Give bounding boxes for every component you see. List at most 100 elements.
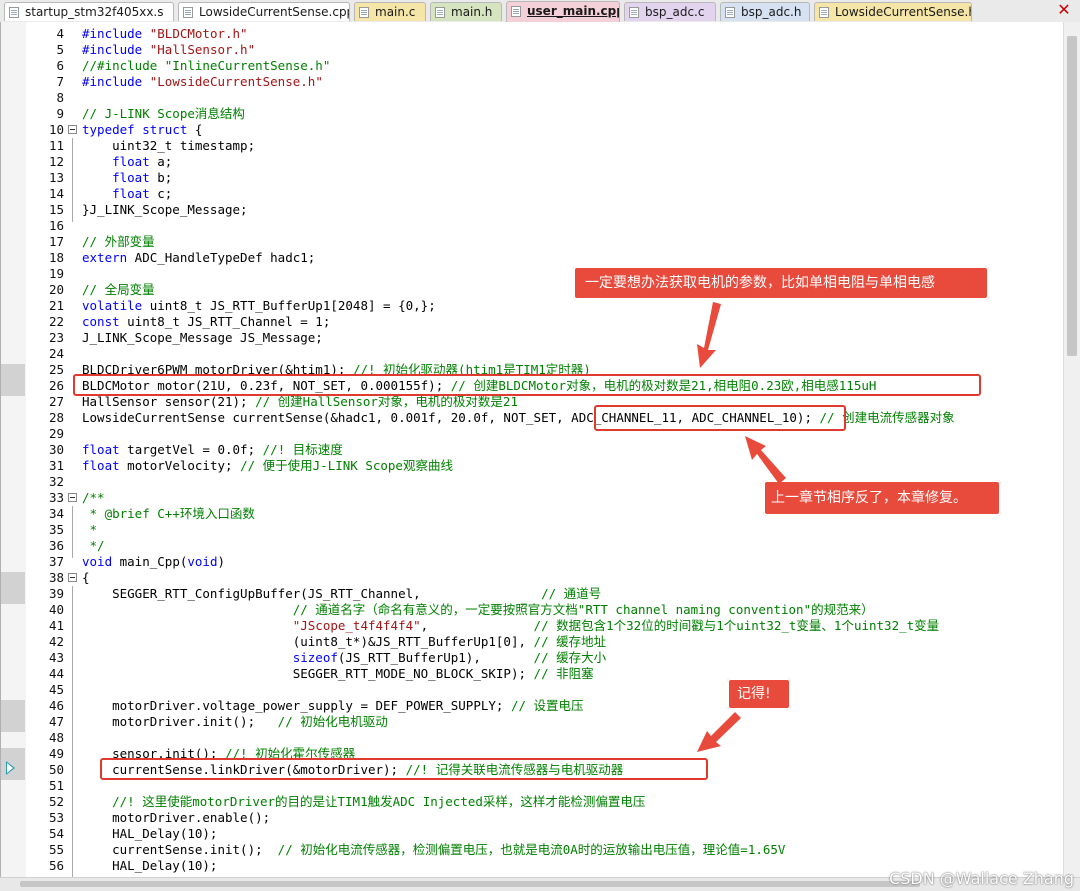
- line-number: 41: [48, 618, 64, 633]
- code-line[interactable]: 9 // J-LINK Scope消息结构: [26, 106, 1056, 122]
- line-number: 44: [48, 666, 64, 681]
- code-text: typedef struct {: [82, 122, 203, 137]
- line-number: 19: [48, 266, 64, 281]
- tab-main-h[interactable]: main.h: [430, 2, 502, 21]
- line-number: 37: [48, 554, 64, 569]
- tab-label: startup_stm32f405xx.s: [25, 5, 164, 19]
- code-line[interactable]: 27 HallSensor sensor(21); // 创建HallSensor…: [26, 394, 1056, 410]
- code-line[interactable]: 14 float c;: [26, 186, 1056, 202]
- line-number: 42: [48, 634, 64, 649]
- code-line[interactable]: 7 #include "LowsideCurrentSense.h": [26, 74, 1056, 90]
- code-line[interactable]: 8: [26, 90, 1056, 106]
- code-text: // J-LINK Scope消息结构: [82, 106, 245, 121]
- vertical-scrollbar[interactable]: [1063, 22, 1080, 877]
- code-line[interactable]: 41 "JScope_t4f4f4f4", // 数据包含1个32位的时间戳与1…: [26, 618, 1056, 634]
- file-icon: [435, 7, 445, 18]
- line-number: 38: [48, 570, 64, 585]
- line-number: 56: [48, 858, 64, 873]
- tab-label: LowsideCurrentSense.h: [835, 5, 972, 19]
- code-line[interactable]: 18 extern ADC_HandleTypeDef hadc1;: [26, 250, 1056, 266]
- code-line[interactable]: 28 LowsideCurrentSense currentSense(&hadc…: [26, 410, 1056, 426]
- line-number: 46: [48, 698, 64, 713]
- fold-toggle-icon[interactable]: [68, 125, 77, 134]
- line-number: 36: [48, 538, 64, 553]
- code-line[interactable]: 31 float motorVelocity; // 便于使用J-LINK Sco…: [26, 458, 1056, 474]
- line-number: 18: [48, 250, 64, 265]
- line-number: 5: [56, 42, 64, 57]
- line-number: 8: [56, 90, 64, 105]
- code-line[interactable]: 21 volatile uint8_t JS_RTT_BufferUp1[2048…: [26, 298, 1056, 314]
- callout-motor-params: 一定要想办法获取电机的参数，比如单相电阻与单相电感: [573, 266, 989, 300]
- line-number: 22: [48, 314, 64, 329]
- tab-lowside-h[interactable]: LowsideCurrentSense.h: [814, 2, 972, 21]
- code-line[interactable]: 46 motorDriver.voltage_power_supply = DE…: [26, 698, 1056, 714]
- code-line[interactable]: 51: [26, 778, 1056, 794]
- code-line[interactable]: 43 sizeof(JS_RTT_BufferUp1), // 缓存大小: [26, 650, 1056, 666]
- line-number: 26: [48, 378, 64, 393]
- code-editor[interactable]: 4 #include "BLDCMotor.h" 5 #include "HallSe…: [0, 22, 1080, 877]
- code-line[interactable]: 22 const uint8_t JS_RTT_Channel = 1;: [26, 314, 1056, 330]
- line-marker: [1, 572, 25, 604]
- code-line[interactable]: 54 HAL_Delay(10);: [26, 826, 1056, 842]
- tab-bsp-adc-h[interactable]: bsp_adc.h: [720, 2, 810, 21]
- tab-user-main-cpp[interactable]: user_main.cpp: [506, 1, 620, 22]
- code-text: // 全局变量: [82, 282, 155, 297]
- code-text: "JScope_t4f4f4f4", // 数据包含1个32位的时间戳与1个ui…: [292, 618, 940, 633]
- code-text: */: [89, 538, 105, 553]
- file-icon: [9, 7, 19, 18]
- code-line[interactable]: 29: [26, 426, 1056, 442]
- line-number: 49: [48, 746, 64, 761]
- code-line[interactable]: 12 float a;: [26, 154, 1056, 170]
- code-line[interactable]: 4 #include "BLDCMotor.h": [26, 26, 1056, 42]
- close-icon[interactable]: ✕: [1056, 2, 1072, 18]
- code-line[interactable]: 39 SEGGER_RTT_ConfigUpBuffer(JS_RTT_Chan…: [26, 586, 1056, 602]
- code-line[interactable]: 53 motorDriver.enable();: [26, 810, 1056, 826]
- fold-toggle-icon[interactable]: [68, 493, 77, 502]
- code-line[interactable]: 15}J_LINK_Scope_Message;: [26, 202, 1056, 218]
- line-number: 45: [48, 682, 64, 697]
- code-line[interactable]: 17 // 外部变量: [26, 234, 1056, 250]
- line-number: 10: [48, 122, 64, 137]
- code-line[interactable]: 13 float b;: [26, 170, 1056, 186]
- code-line[interactable]: 37 void main_Cpp(void): [26, 554, 1056, 570]
- code-line[interactable]: 35 *: [26, 522, 1056, 538]
- code-line[interactable]: 24: [26, 346, 1056, 362]
- code-line[interactable]: 40 // 通道名字（命名有意义的，一定要按照官方文档"RTT channel …: [26, 602, 1056, 618]
- line-number: 21: [48, 298, 64, 313]
- scrollbar-thumb[interactable]: [1067, 36, 1077, 356]
- line-number: 9: [56, 106, 64, 121]
- code-line[interactable]: 48: [26, 730, 1056, 746]
- line-number: 50: [48, 762, 64, 777]
- code-line[interactable]: 10 typedef struct {: [26, 122, 1056, 138]
- code-line[interactable]: 47 motorDriver.init(); // 初始化电机驱动: [26, 714, 1056, 730]
- line-number: 29: [48, 426, 64, 441]
- code-line[interactable]: 5 #include "HallSensor.h": [26, 42, 1056, 58]
- tab-startup-s[interactable]: startup_stm32f405xx.s: [4, 2, 174, 21]
- file-icon: [511, 6, 521, 17]
- code-line[interactable]: 38 {: [26, 570, 1056, 586]
- code-line[interactable]: 44 SEGGER_RTT_MODE_NO_BLOCK_SKIP); // 非阻…: [26, 666, 1056, 682]
- code-line[interactable]: 36 */: [26, 538, 1056, 554]
- code-line[interactable]: 6 //#include "InlineCurrentSense.h": [26, 58, 1056, 74]
- scrollbar-thumb[interactable]: [20, 881, 920, 887]
- code-line[interactable]: 45: [26, 682, 1056, 698]
- line-number: 23: [48, 330, 64, 345]
- code-text: uint32_t timestamp;: [82, 138, 256, 153]
- code-line[interactable]: 11 uint32_t timestamp;: [26, 138, 1056, 154]
- tab-lowside-cpp[interactable]: LowsideCurrentSense.cpp: [178, 2, 350, 21]
- tab-label: bsp_adc.h: [741, 5, 802, 19]
- code-text: * @brief C++环境入口函数: [89, 506, 255, 521]
- code-line[interactable]: 55 currentSense.init(); // 初始化电流传感器，检测偏置…: [26, 842, 1056, 858]
- code-text: motorDriver.init(); // 初始化电机驱动: [82, 714, 388, 729]
- code-text: HAL_Delay(10);: [82, 858, 218, 873]
- line-number: 16: [48, 218, 64, 233]
- code-line[interactable]: 52 //! 这里使能motorDriver的目的是让TIM1触发ADC Inj…: [26, 794, 1056, 810]
- code-line[interactable]: 42 (uint8_t*)&JS_RTT_BufferUp1[0], // 缓存…: [26, 634, 1056, 650]
- tab-label: main.c: [375, 5, 416, 19]
- tab-bsp-adc-c[interactable]: bsp_adc.c: [624, 2, 716, 21]
- fold-toggle-icon[interactable]: [68, 573, 77, 582]
- code-line[interactable]: 30 float targetVel = 0.0f; //! 目标速度: [26, 442, 1056, 458]
- code-line[interactable]: 16: [26, 218, 1056, 234]
- code-line[interactable]: 23 J_LINK_Scope_Message JS_Message;: [26, 330, 1056, 346]
- tab-main-c[interactable]: main.c: [354, 2, 426, 21]
